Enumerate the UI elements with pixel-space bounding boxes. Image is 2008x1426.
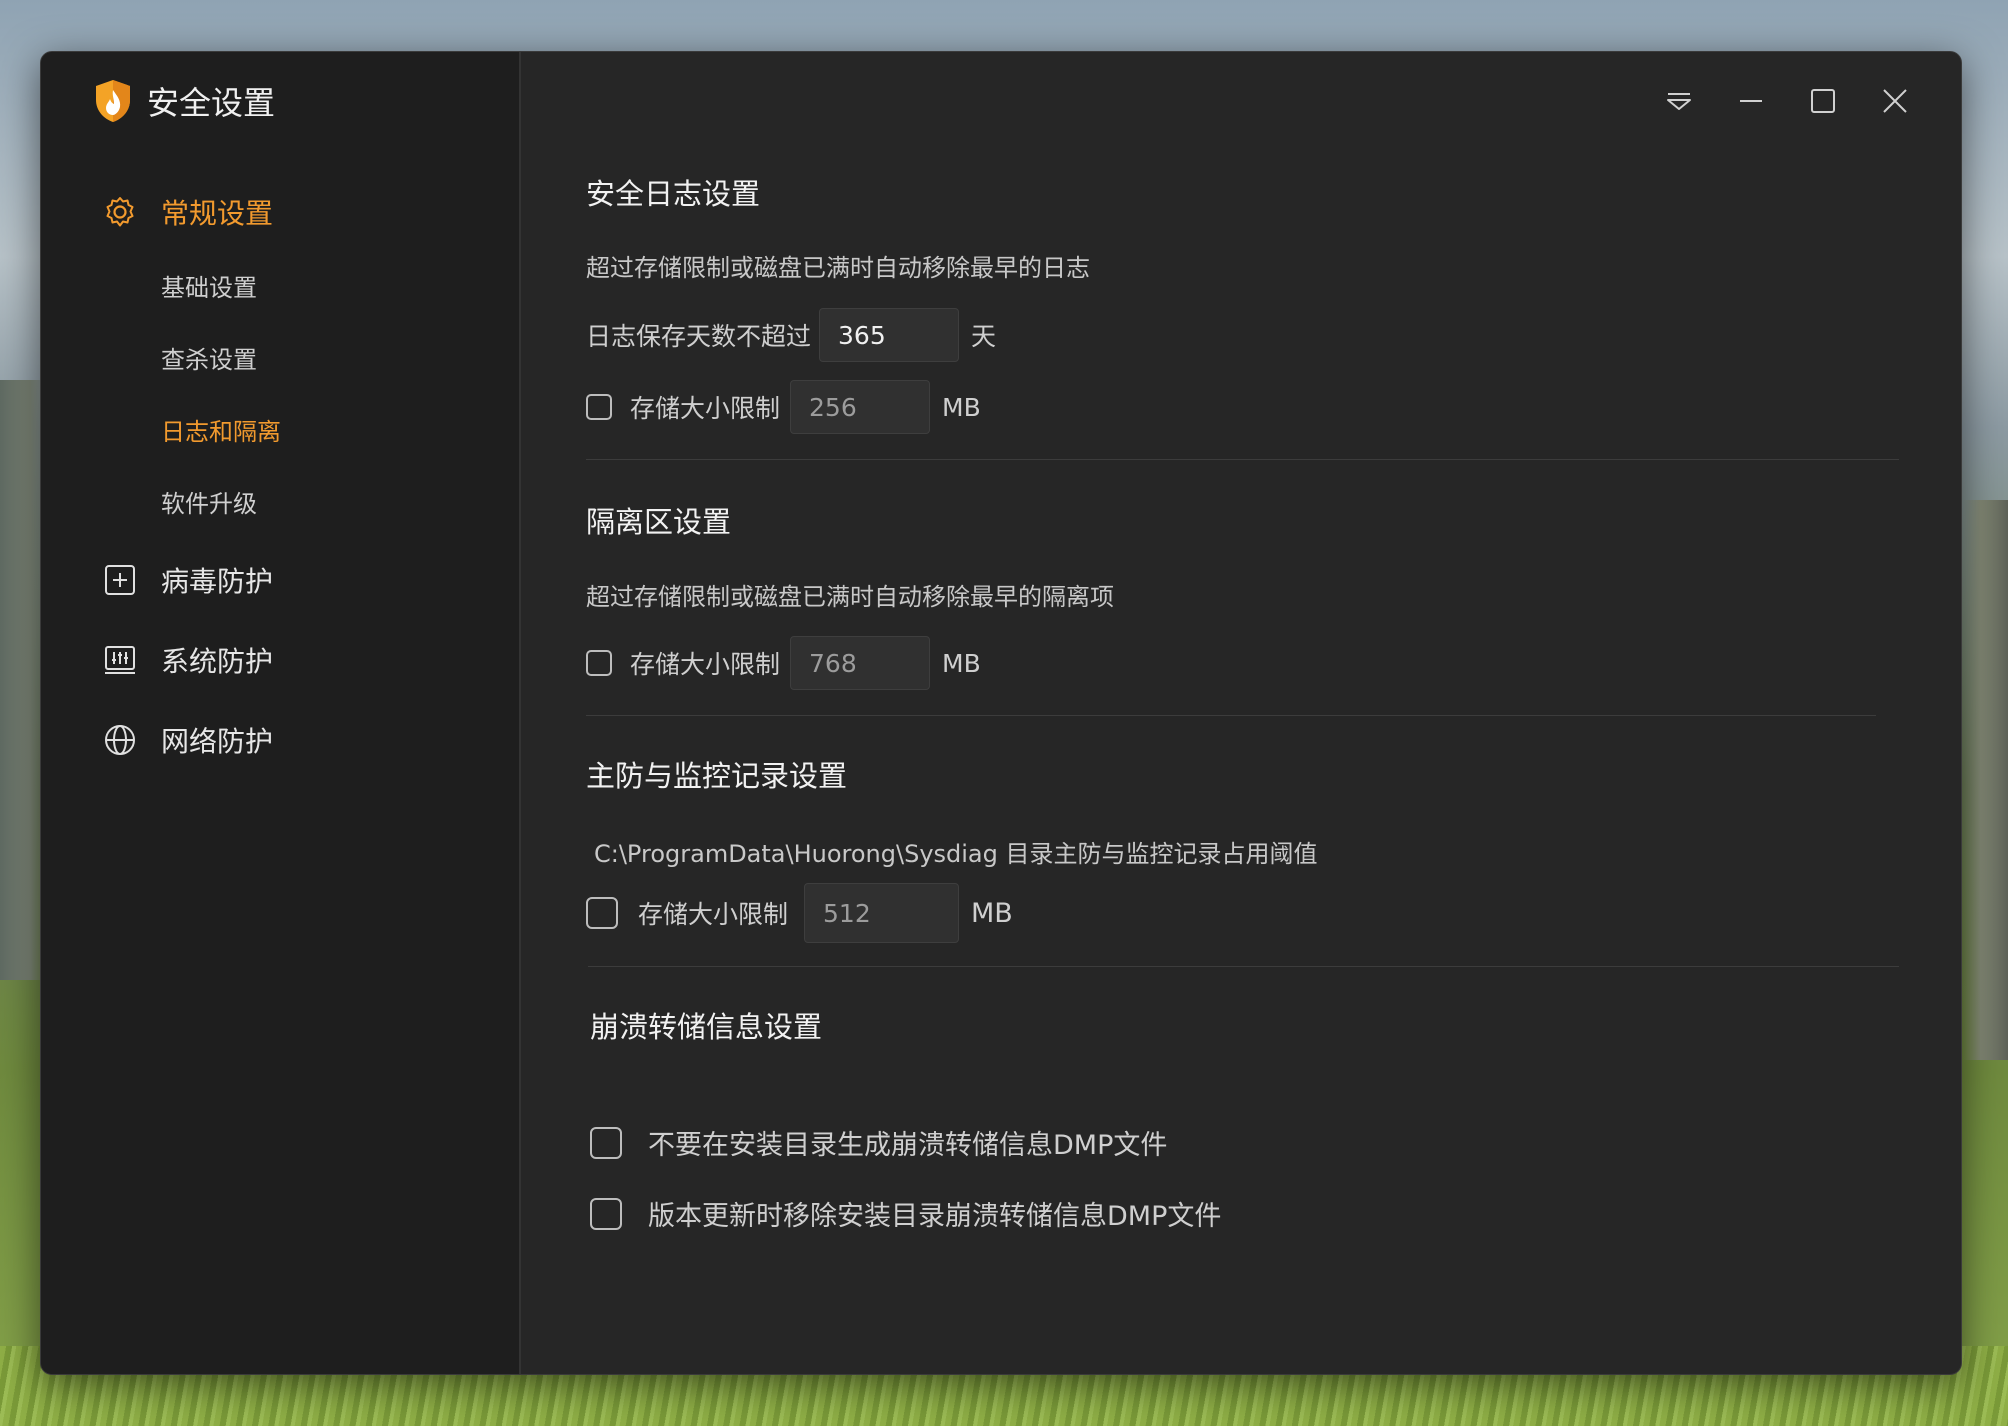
- monitor-size-unit: MB: [971, 897, 1013, 929]
- plus-square-icon: [103, 563, 137, 597]
- nav-system-label: 系统防护: [161, 645, 274, 678]
- log-size-checkbox[interactable]: [586, 394, 612, 420]
- crash-option1-row: 不要在安装目录生成崩溃转储信息DMP文件: [590, 1123, 1167, 1162]
- monitor-size-row: 存储大小限制 MB: [586, 883, 1013, 943]
- monitor-size-input[interactable]: [804, 883, 960, 943]
- log-size-input[interactable]: [790, 380, 931, 434]
- monitor-section-desc: C:\ProgramData\Huorong\Sysdiag 目录主防与监控记录…: [594, 840, 1318, 868]
- monitor-size-checkbox[interactable]: [586, 897, 618, 929]
- quarantine-size-checkbox[interactable]: [586, 650, 612, 676]
- monitor-size-label: 存储大小限制: [638, 900, 789, 929]
- log-days-input[interactable]: [819, 308, 960, 362]
- log-section-desc: 超过存储限制或磁盘已满时自动移除最早的日志: [586, 254, 1090, 282]
- nav-general[interactable]: 常规设置: [41, 172, 519, 252]
- quarantine-size-row: 存储大小限制 MB: [586, 636, 981, 690]
- nav-virus-label: 病毒防护: [161, 565, 274, 598]
- crash-option2-row: 版本更新时移除安装目录崩溃转储信息DMP文件: [590, 1194, 1221, 1233]
- log-days-row: 日志保存天数不超过 天: [586, 308, 996, 362]
- divider-log: [586, 459, 1899, 460]
- log-size-row: 存储大小限制 MB: [586, 380, 981, 434]
- nav-virus-protection[interactable]: 病毒防护: [41, 540, 519, 620]
- crash-option2-label: 版本更新时移除安装目录崩溃转储信息DMP文件: [648, 1201, 1222, 1232]
- settings-content: 安全日志设置 超过存储限制或磁盘已满时自动移除最早的日志 日志保存天数不超过 天…: [586, 52, 1901, 1374]
- sliders-monitor-icon: [103, 643, 137, 677]
- app-title: 安全设置: [147, 84, 276, 122]
- log-size-unit: MB: [942, 392, 981, 422]
- nav-system-protection[interactable]: 系统防护: [41, 620, 519, 700]
- divider-quarantine: [586, 715, 1876, 716]
- log-section-title: 安全日志设置: [586, 177, 761, 211]
- log-days-label: 日志保存天数不超过: [586, 322, 812, 351]
- crash-section-title: 崩溃转储信息设置: [590, 1010, 823, 1044]
- sidebar-item-scan[interactable]: 查杀设置: [41, 324, 519, 396]
- settings-window: 安全设置 常规设置 基础设置 查杀设置 日志和隔离 软件升级 病毒防护 系统防护…: [40, 51, 1962, 1375]
- log-size-label: 存储大小限制: [630, 394, 781, 423]
- sidebar-item-log-quarantine[interactable]: 日志和隔离: [41, 396, 519, 468]
- quarantine-section-title: 隔离区设置: [586, 505, 732, 539]
- quarantine-size-input[interactable]: [790, 636, 931, 690]
- nav-network-label: 网络防护: [161, 725, 274, 758]
- divider-monitor: [588, 966, 1899, 967]
- crash-option1-checkbox[interactable]: [590, 1126, 622, 1159]
- quarantine-size-unit: MB: [942, 648, 981, 678]
- gear-icon: [103, 195, 137, 229]
- nav-group: 常规设置 基础设置 查杀设置 日志和隔离 软件升级 病毒防护 系统防护 网络防护: [41, 172, 519, 780]
- app-header: 安全设置: [93, 78, 275, 124]
- shield-flame-icon: [96, 80, 130, 122]
- globe-icon: [103, 723, 137, 757]
- sidebar: 安全设置 常规设置 基础设置 查杀设置 日志和隔离 软件升级 病毒防护 系统防护…: [41, 52, 521, 1374]
- quarantine-section-desc: 超过存储限制或磁盘已满时自动移除最早的隔离项: [586, 583, 1114, 611]
- nav-network-protection[interactable]: 网络防护: [41, 700, 519, 780]
- crash-option1-label: 不要在安装目录生成崩溃转储信息DMP文件: [648, 1130, 1168, 1161]
- crash-option2-checkbox[interactable]: [590, 1197, 622, 1230]
- monitor-section-title: 主防与监控记录设置: [586, 759, 848, 793]
- desktop-wallpaper-right: [1962, 500, 2008, 1060]
- log-days-unit: 天: [971, 322, 997, 351]
- quarantine-size-label: 存储大小限制: [630, 650, 781, 679]
- sidebar-item-basic[interactable]: 基础设置: [41, 252, 519, 324]
- nav-general-label: 常规设置: [161, 197, 274, 230]
- sidebar-item-upgrade[interactable]: 软件升级: [41, 468, 519, 540]
